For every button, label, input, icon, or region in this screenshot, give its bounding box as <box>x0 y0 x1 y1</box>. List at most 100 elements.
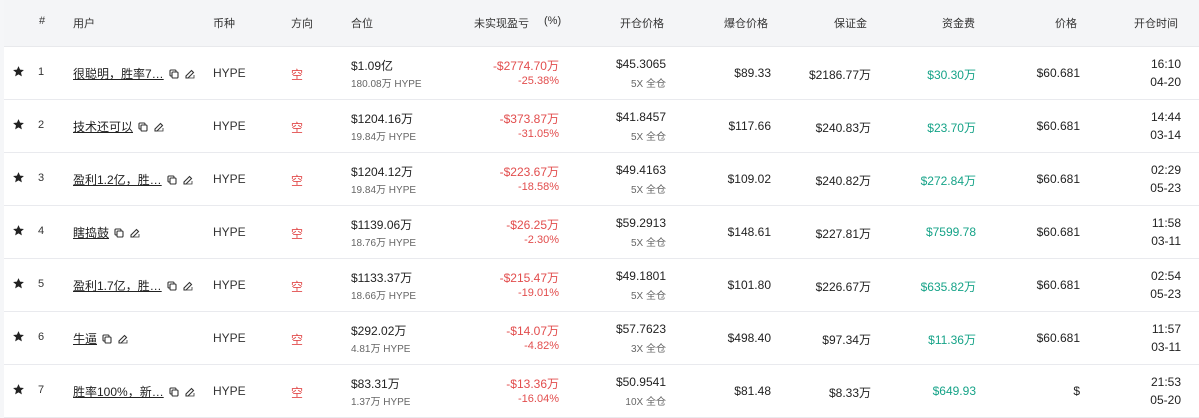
leverage-mode: 5X 全仓 <box>630 185 666 196</box>
position-value: $1204.16万 <box>351 112 414 126</box>
edit-icon[interactable] <box>182 174 194 186</box>
user-name-link[interactable]: 瞎捣鼓 <box>73 224 109 241</box>
user-name-link[interactable]: 技术还可以 <box>73 118 133 135</box>
row-index: 3 <box>38 172 45 184</box>
header-liq-price[interactable]: 爆仓价格 <box>724 15 768 31</box>
header-price[interactable]: 价格 <box>1055 15 1077 31</box>
user-name-link[interactable]: 牛逼 <box>73 330 97 347</box>
liquidation-price: $89.33 <box>734 66 771 80</box>
unrealized-pnl-pct: -4.82% <box>524 340 559 352</box>
liquidation-price: $81.48 <box>734 384 771 398</box>
user-name-link[interactable]: 盈利1.7亿，胜… <box>73 277 162 294</box>
star-icon[interactable] <box>12 224 25 237</box>
positions-table: # 用户 币种 方向 合位 未实现盈亏 (%) 开仓价格 爆仓价格 保证金 资金… <box>4 0 1199 418</box>
unrealized-pnl-pct: -31.05% <box>518 128 559 140</box>
copy-icon[interactable] <box>168 68 180 80</box>
user-name-link[interactable]: 很聪明，胜率7… <box>73 65 164 82</box>
position-size: 18.66万 HYPE <box>351 291 417 302</box>
copy-icon[interactable] <box>113 227 125 239</box>
margin: $2186.77万 <box>808 68 871 82</box>
row-index: 7 <box>38 384 45 396</box>
header-pnl[interactable]: 未实现盈亏 <box>474 15 529 31</box>
open-date: 03-11 <box>1151 234 1181 248</box>
unrealized-pnl-pct: -19.01% <box>518 287 559 299</box>
funding-fee: $7599.78 <box>925 225 976 239</box>
position-size: 19.84万 HYPE <box>351 185 417 196</box>
table-row[interactable]: 6 牛逼 HYPE 空 $292.02万 4.81万 HYPE -$14.07万 -4.82%… <box>4 312 1199 365</box>
header-pnl-pct[interactable]: (%) <box>544 15 561 27</box>
edit-icon[interactable] <box>129 227 141 239</box>
table-header: # 用户 币种 方向 合位 未实现盈亏 (%) 开仓价格 爆仓价格 保证金 资金… <box>4 0 1199 47</box>
star-icon[interactable] <box>12 118 25 131</box>
open-price: $50.9541 <box>615 375 666 389</box>
user-cell: 技术还可以 <box>73 118 165 135</box>
edit-icon[interactable] <box>153 121 165 133</box>
open-time: 14:44 <box>1150 110 1181 124</box>
table-row[interactable]: 1 很聪明，胜率7… HYPE 空 $1.09亿 180.08万 HYPE -$2774.7… <box>4 47 1199 100</box>
header-funding[interactable]: 资金费 <box>942 15 975 31</box>
star-icon[interactable] <box>12 330 25 343</box>
position-value: $1133.37万 <box>351 271 413 285</box>
mark-price: $60.681 <box>1036 225 1080 239</box>
liquidation-price: $117.66 <box>728 119 772 133</box>
star-icon[interactable] <box>12 383 25 396</box>
header-open-price[interactable]: 开仓价格 <box>620 15 664 31</box>
copy-icon[interactable] <box>166 174 178 186</box>
row-index: 1 <box>38 66 45 78</box>
direction-badge: 空 <box>291 280 304 294</box>
open-date: 03-11 <box>1151 340 1181 354</box>
star-icon[interactable] <box>12 171 25 184</box>
user-cell: 盈利1.7亿，胜… <box>73 277 194 294</box>
open-price: $57.7623 <box>615 322 666 336</box>
user-cell: 很聪明，胜率7… <box>73 65 196 82</box>
direction-badge: 空 <box>291 121 304 135</box>
liquidation-price: $109.02 <box>727 172 771 186</box>
open-price: $49.4163 <box>615 163 666 177</box>
star-icon[interactable] <box>12 277 25 290</box>
table-row[interactable]: 3 盈利1.2亿，胜… HYPE 空 $1204.12万 19.84万 HYPE -$223… <box>4 153 1199 206</box>
open-time: 02:29 <box>1150 163 1181 177</box>
user-name-link[interactable]: 盈利1.2亿，胜… <box>73 171 162 188</box>
mark-price: $60.681 <box>1036 331 1080 345</box>
row-index: 2 <box>38 119 45 131</box>
copy-icon[interactable] <box>168 386 180 398</box>
coin: HYPE <box>213 278 246 292</box>
open-time: 16:10 <box>1150 57 1181 71</box>
funding-fee: $30.30万 <box>927 68 976 82</box>
user-cell: 盈利1.2亿，胜… <box>73 171 194 188</box>
unrealized-pnl: -$13.36万 <box>506 377 559 391</box>
copy-icon[interactable] <box>101 333 113 345</box>
mark-price: $60.681 <box>1036 278 1080 292</box>
copy-icon[interactable] <box>166 280 178 292</box>
unrealized-pnl: -$2774.70万 <box>492 59 559 73</box>
copy-icon[interactable] <box>137 121 149 133</box>
leverage-mode: 5X 全仓 <box>630 291 666 302</box>
table-row[interactable]: 5 盈利1.7亿，胜… HYPE 空 $1133.37万 18.66万 HYPE -$215… <box>4 259 1199 312</box>
funding-fee: $635.82万 <box>920 280 976 294</box>
header-user: 用户 <box>73 18 95 30</box>
margin: $226.67万 <box>815 280 871 294</box>
edit-icon[interactable] <box>117 333 129 345</box>
table-row[interactable]: 4 瞎捣鼓 HYPE 空 $1139.06万 18.76万 HYPE -$26.25万 -2.… <box>4 206 1199 259</box>
coin: HYPE <box>213 66 246 80</box>
open-date: 05-23 <box>1150 287 1181 301</box>
position-value: $1139.06万 <box>351 218 413 232</box>
table-row[interactable]: 7 胜率100%，新… HYPE 空 $83.31万 1.37万 HYPE -$13.36万… <box>4 365 1199 418</box>
header-open-time[interactable]: 开仓时间 <box>1134 15 1178 31</box>
edit-icon[interactable] <box>184 386 196 398</box>
direction-badge: 空 <box>291 68 304 82</box>
edit-icon[interactable] <box>182 280 194 292</box>
margin: $97.34万 <box>822 333 871 347</box>
leverage-mode: 5X 全仓 <box>630 238 666 249</box>
user-name-link[interactable]: 胜率100%，新… <box>73 383 164 400</box>
header-coin: 币种 <box>213 18 235 30</box>
open-price: $59.2913 <box>615 216 666 230</box>
star-icon[interactable] <box>12 65 25 78</box>
row-index: 4 <box>38 225 45 237</box>
table-row[interactable]: 2 技术还可以 HYPE 空 $1204.16万 19.84万 HYPE -$373.87万… <box>4 100 1199 153</box>
liquidation-price: $101.80 <box>727 278 771 292</box>
header-margin[interactable]: 保证金 <box>834 15 867 31</box>
position-value: $83.31万 <box>351 377 400 391</box>
edit-icon[interactable] <box>184 68 196 80</box>
mark-price: $60.681 <box>1036 119 1080 133</box>
